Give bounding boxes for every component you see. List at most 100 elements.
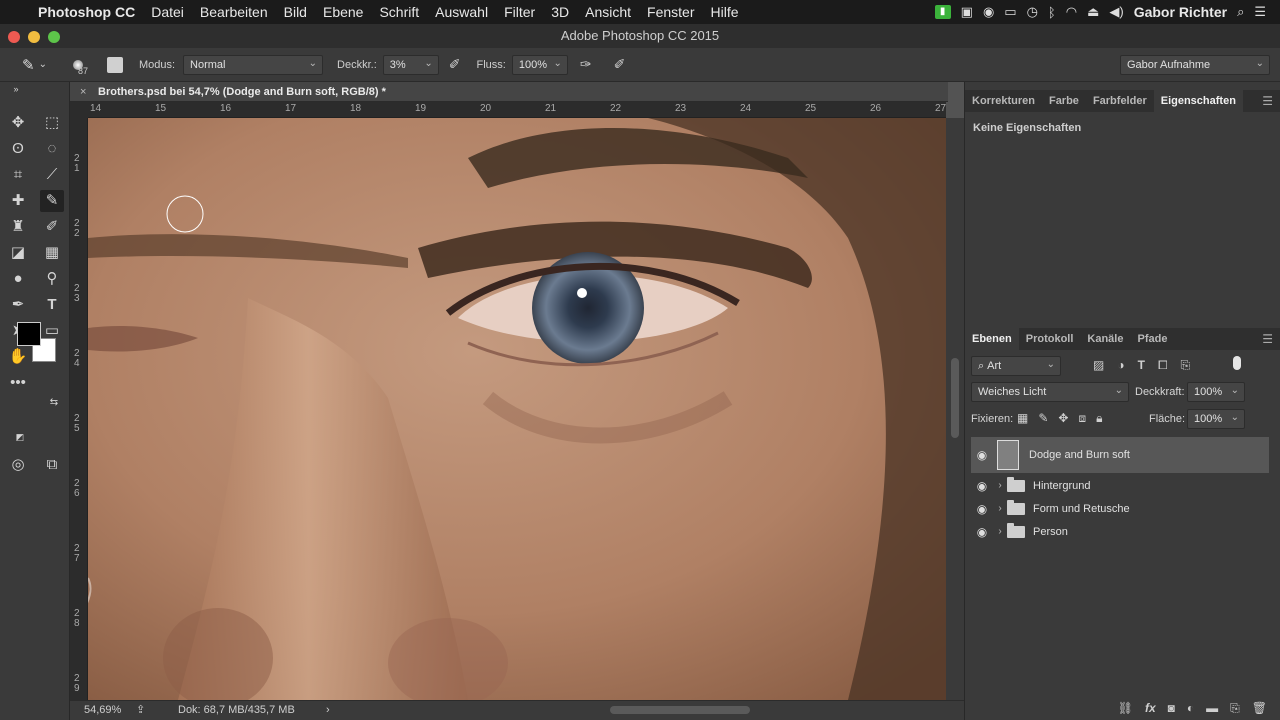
zoom-level[interactable]: 54,69% [84,701,121,719]
link-icon[interactable]: ⛓ [1118,701,1133,715]
eject-icon[interactable]: ⏏ [1087,4,1099,20]
menu-app-name[interactable]: Photoshop CC [38,4,135,20]
filter-pixel-icon[interactable]: ▨ [1093,358,1104,373]
brush-panel-toggle-icon[interactable] [106,56,123,73]
chevron-right-icon[interactable]: › [993,480,1007,491]
volume-icon[interactable]: ◀) [1109,4,1123,20]
default-colors-icon[interactable]: ◩ [8,430,32,444]
clone-stamp-tool-icon[interactable]: ♜ [6,216,30,238]
mask-icon[interactable]: ◙ [1168,701,1175,715]
deckkraft-input[interactable]: 3% ⌄ [382,54,439,75]
filter-smart-object-icon[interactable]: ⎘ [1181,358,1191,373]
menu-hilfe[interactable]: Hilfe [711,4,739,20]
tab-ebenen[interactable]: Ebenen [965,328,1019,350]
history-brush-tool-icon[interactable]: ✐ [40,216,64,238]
crop-tool-icon[interactable]: ⌗ [6,164,30,186]
new-layer-icon[interactable]: ⎘ [1230,701,1240,716]
fx-icon[interactable]: fx [1145,701,1156,715]
pressure-size-icon[interactable]: ✐ [614,56,626,73]
gradient-tool-icon[interactable]: ▦ [40,242,64,264]
eye-tray-icon[interactable]: ◉ [983,4,994,20]
chevron-right-icon[interactable]: › [993,503,1007,514]
layer-filter-dropdown[interactable]: ⌕ Art ⌄ [971,356,1061,376]
opacity-input[interactable]: 100% ⌄ [1187,382,1245,402]
vertical-ruler[interactable]: 2 1 2 2 2 3 2 4 2 5 2 6 2 7 2 8 2 9 [70,118,88,700]
ruler-origin[interactable] [70,102,88,118]
panel-menu-icon[interactable]: ☰ [1262,94,1273,108]
adjustment-icon[interactable]: ◐ [1187,701,1194,715]
menu-filter[interactable]: Filter [504,4,535,20]
folder-icon[interactable]: ▬ [1206,701,1218,715]
chevron-right-icon[interactable]: › [993,526,1007,537]
eye-visibility-icon[interactable]: ◉ [971,502,993,516]
layer-dodge-and-burn-soft[interactable]: ◉ Dodge and Burn soft [971,437,1269,473]
tab-korrekturen[interactable]: Korrekturen [965,95,1042,107]
notification-center-icon[interactable]: ☰ [1254,4,1266,20]
workspace-dropdown[interactable]: Gabor Aufnahme ⌄ [1120,54,1270,75]
app-icon[interactable]: ▣ [961,4,973,20]
document-size[interactable]: Dok: 68,7 MB/435,7 MB [178,701,295,719]
evernote-icon[interactable]: ▮ [934,5,951,19]
fill-input[interactable]: 100% ⌄ [1187,409,1245,429]
eye-visibility-icon[interactable]: ◉ [971,479,993,493]
collapse-toolbar-icon[interactable]: » [4,82,28,96]
document-tab[interactable]: × Brothers.psd bei 54,7% (Dodge and Burn… [70,82,948,102]
menu-bild[interactable]: Bild [284,4,307,20]
menu-ansicht[interactable]: Ansicht [585,4,631,20]
foreground-color-swatch[interactable] [17,322,41,346]
pressure-opacity-icon[interactable]: ✐ [449,56,461,73]
pen-tool-icon[interactable]: ✒ [6,294,30,316]
healing-brush-tool-icon[interactable]: ✚ [6,190,30,212]
trash-icon[interactable]: 🗑︎ [1252,701,1267,715]
quick-mask-icon[interactable]: ◎ [6,454,30,476]
window-maximize-button[interactable] [48,31,60,43]
swap-colors-icon[interactable]: ⇆ [42,396,66,410]
modus-dropdown[interactable]: Normal ⌄ [183,54,324,75]
vertical-scrollbar[interactable] [946,118,964,700]
layer-group-form-und-retusche[interactable]: ◉ › Form und Retusche [971,497,1269,520]
tab-pfade[interactable]: Pfade [1130,333,1174,345]
menu-3d[interactable]: 3D [551,4,569,20]
menu-schrift[interactable]: Schrift [379,4,419,20]
battery-tray-icon[interactable]: ▭ [1004,4,1016,20]
brush-tool-preset-icon[interactable]: ✎ [22,56,35,74]
filter-shape-icon[interactable]: ⧠ [1158,358,1168,373]
type-tool-icon[interactable]: T [40,294,64,316]
spotlight-search-icon[interactable]: ⌕ [1237,4,1244,20]
lock-all-icon[interactable]: 🔒︎ [1096,411,1102,426]
filter-type-icon[interactable]: T [1138,358,1145,373]
layer-group-hintergrund[interactable]: ◉ › Hintergrund [971,474,1269,497]
tab-protokoll[interactable]: Protokoll [1019,333,1081,345]
eye-visibility-icon[interactable]: ◉ [971,525,993,539]
window-minimize-button[interactable] [28,31,40,43]
eraser-tool-icon[interactable]: ◪ [6,242,30,264]
window-close-button[interactable] [8,31,20,43]
more-tools-icon[interactable]: ••• [6,372,30,394]
hand-tool-icon[interactable]: ✋ [6,346,30,368]
vertical-scroll-thumb[interactable] [951,358,959,438]
horizontal-scroll-thumb[interactable] [610,706,750,714]
close-icon[interactable]: × [80,82,86,102]
fluss-input[interactable]: 100% ⌄ [511,54,568,75]
panel-menu-icon[interactable]: ☰ [1262,332,1273,346]
share-icon[interactable]: ⇪ [136,701,145,719]
brush-tool-icon[interactable]: ✎ [40,190,64,212]
tab-farbfelder[interactable]: Farbfelder [1086,95,1154,107]
bluetooth-icon[interactable]: ᛒ [1048,5,1056,20]
filter-adjustment-icon[interactable]: ◑ [1117,358,1124,373]
tab-farbe[interactable]: Farbe [1042,95,1086,107]
menu-datei[interactable]: Datei [151,4,184,20]
wifi-icon[interactable]: ◠ [1066,4,1077,20]
menu-fenster[interactable]: Fenster [647,4,694,20]
lock-image-icon[interactable]: ✎ [1038,411,1048,426]
lock-transparent-icon[interactable]: ▦ [1017,411,1028,426]
menu-auswahl[interactable]: Auswahl [435,4,488,20]
image-canvas[interactable] [88,118,946,700]
status-menu-arrow[interactable]: › [326,701,330,719]
eye-visibility-icon[interactable]: ◉ [971,448,993,462]
tab-kanaele[interactable]: Kanäle [1080,333,1130,345]
dodge-tool-icon[interactable]: ⚲ [40,268,64,290]
blur-tool-icon[interactable]: ● [6,268,30,290]
tab-eigenschaften[interactable]: Eigenschaften [1153,90,1243,112]
lock-artboard-icon[interactable]: ⧈ [1078,411,1086,426]
